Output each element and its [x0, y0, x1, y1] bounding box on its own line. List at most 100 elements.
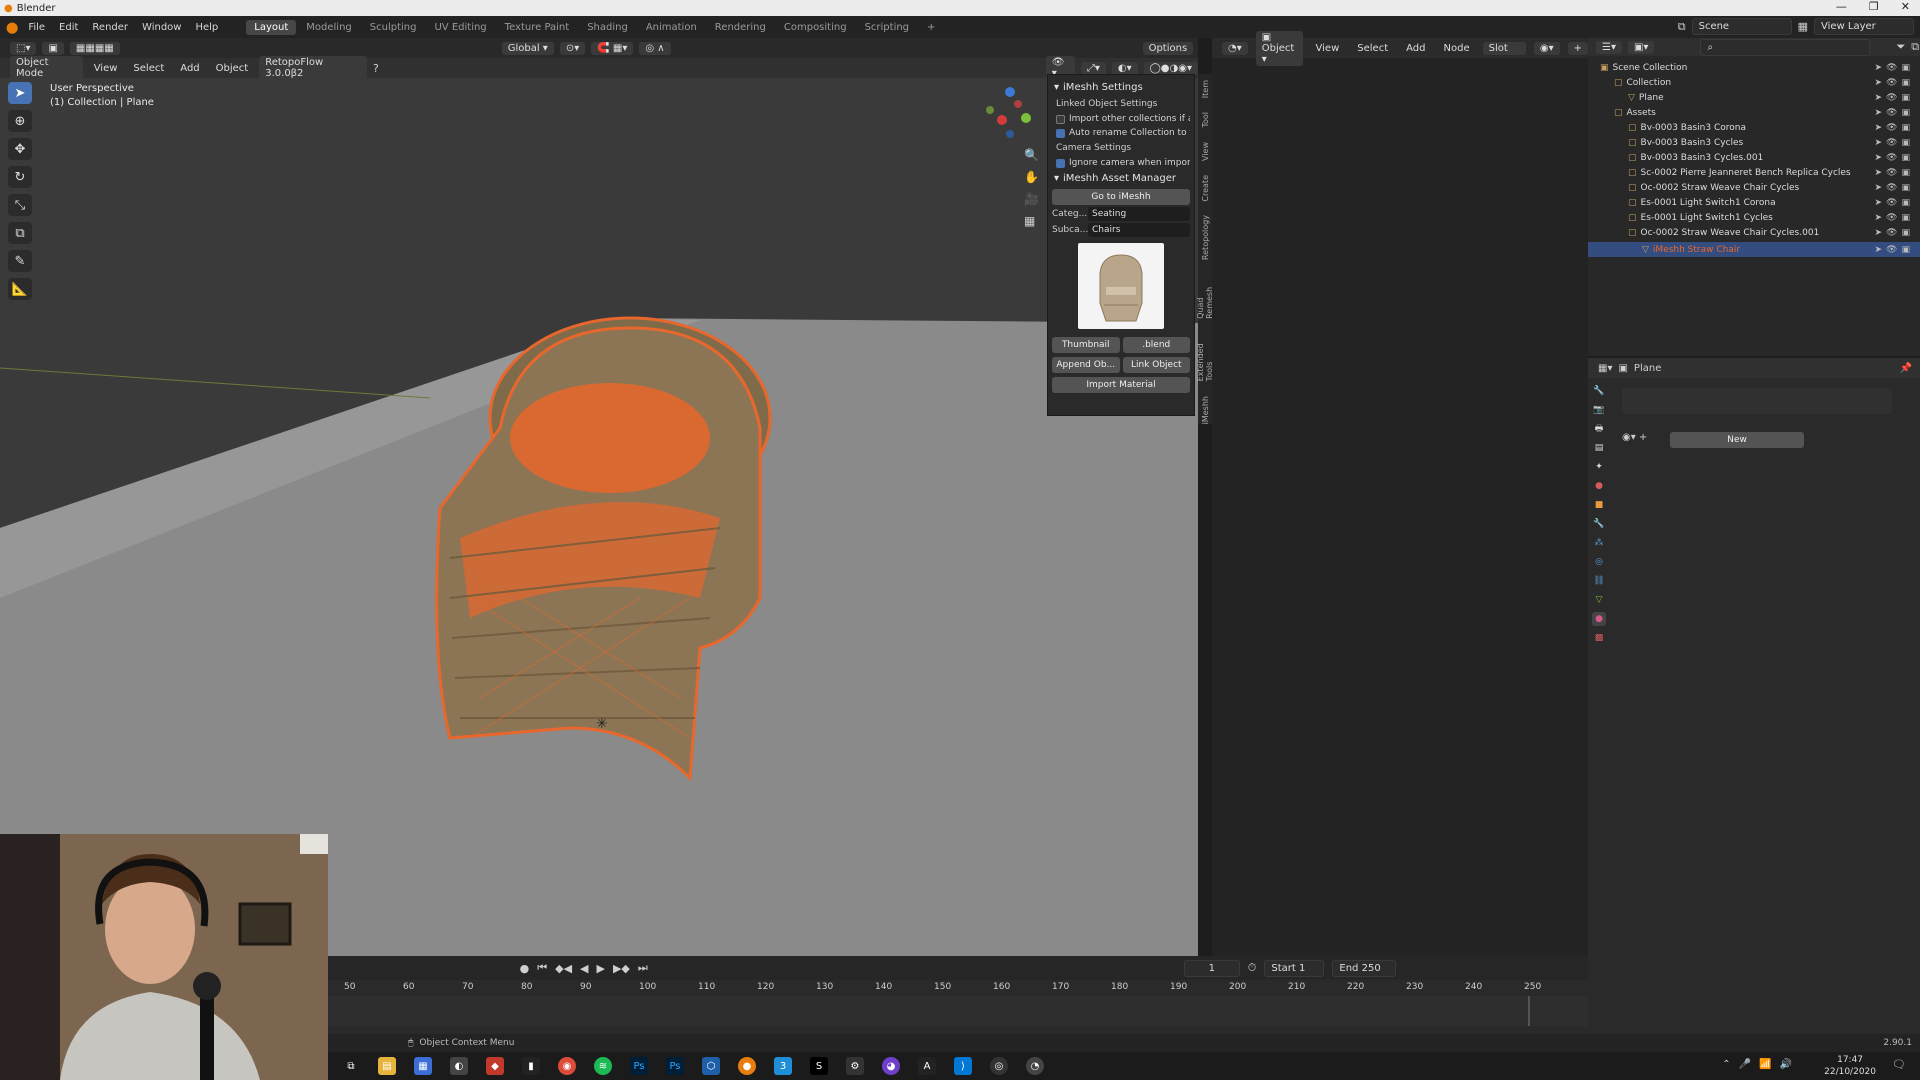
outliner-item[interactable]: ▢ Es-0001 Light Switch1 Corona ➤👁▣	[1588, 195, 1920, 210]
tool-tab-icon[interactable]: 🔧	[1592, 384, 1606, 398]
slot-dropdown[interactable]: Slot	[1482, 41, 1526, 55]
outliner-item[interactable]: ▢ Bv-0003 Basin3 Corona ➤👁▣	[1588, 120, 1920, 135]
outliner-item[interactable]: ▽ Plane ➤👁▣	[1588, 90, 1920, 105]
record-icon[interactable]: ●	[520, 962, 530, 975]
notification-icon[interactable]: 🗨	[1892, 1058, 1906, 1071]
visibility-toggle-icon[interactable]: ➤👁▣	[1875, 153, 1914, 163]
outliner-item[interactable]: ▢ Bv-0003 Basin3 Cycles ➤👁▣	[1588, 135, 1920, 150]
outliner-item[interactable]: ▢ Es-0001 Light Switch1 Cycles ➤👁▣	[1588, 210, 1920, 225]
end-frame-field[interactable]: End 250	[1332, 959, 1397, 977]
tab-shading[interactable]: Shading	[579, 20, 636, 35]
play-reverse-icon[interactable]: ◀	[580, 962, 588, 975]
minimize-button[interactable]: —	[1836, 0, 1847, 13]
append-object-button[interactable]: Append Ob...	[1052, 357, 1120, 373]
tab-scripting[interactable]: Scripting	[857, 20, 917, 35]
outliner-search-input[interactable]: ⌕	[1700, 38, 1871, 56]
menu-help[interactable]: Help	[189, 20, 224, 35]
obs-icon[interactable]: ◎	[990, 1057, 1008, 1075]
maximize-button[interactable]: ❐	[1869, 0, 1879, 13]
retopoflow-menu[interactable]: RetopoFlow 3.0.0β2	[259, 56, 367, 80]
app-icon-1[interactable]: ◐	[450, 1057, 468, 1075]
outliner-item[interactable]: ▽ iMeshh Straw Chair ➤👁▣	[1588, 242, 1920, 257]
object-tab-icon[interactable]: ■	[1592, 498, 1606, 512]
filter-icon[interactable]: ⏷	[1896, 40, 1905, 54]
editor-type-button[interactable]: ⬚▾	[10, 41, 37, 55]
photoshop-alt-icon[interactable]: Ps	[666, 1057, 684, 1075]
outliner-item[interactable]: ▢ Bv-0003 Basin3 Cycles.001 ➤👁▣	[1588, 150, 1920, 165]
proportional-edit-icon[interactable]: ◎ ∧	[639, 41, 671, 55]
outliner-item[interactable]: ▢ Oc-0002 Straw Weave Chair Cycles ➤👁▣	[1588, 180, 1920, 195]
outliner-item[interactable]: ▢ Oc-0002 Straw Weave Chair Cycles.001 ➤👁▣	[1588, 225, 1920, 240]
sidebar-tab-create[interactable]: Create	[1201, 175, 1210, 202]
scene-field[interactable]: Scene	[1691, 18, 1792, 35]
view-layer-field[interactable]: View Layer	[1814, 18, 1914, 35]
particles-tab-icon[interactable]: ⁂	[1592, 536, 1606, 550]
options-dropdown[interactable]: Options	[1142, 41, 1194, 55]
timeline-tracks[interactable]	[328, 996, 1588, 1026]
chrome-icon[interactable]: ◉	[558, 1057, 576, 1075]
visibility-toggle-icon[interactable]: ➤👁▣	[1875, 93, 1914, 103]
file-explorer-icon[interactable]: ▤	[378, 1057, 396, 1075]
jump-start-icon[interactable]: ⏮	[537, 961, 547, 975]
snap-icon[interactable]: 🧲 ▦▾	[591, 41, 634, 55]
select-mode-button[interactable]: ▣	[42, 41, 64, 55]
new-material-button[interactable]: New	[1670, 432, 1804, 448]
render-tab-icon[interactable]: 📷	[1592, 403, 1606, 417]
output-tab-icon[interactable]: 🖶	[1592, 422, 1606, 436]
blender-taskbar-icon[interactable]: ●	[738, 1057, 756, 1075]
visibility-toggle-icon[interactable]: ➤👁▣	[1875, 63, 1914, 73]
import-material-button[interactable]: Import Material	[1052, 377, 1190, 393]
material-browse-button[interactable]: ◉▾ +	[1622, 432, 1647, 443]
gizmo-icon[interactable]: ⤢▾	[1080, 61, 1106, 75]
object-mode-dropdown[interactable]: Object Mode	[10, 56, 83, 80]
app-icon-5[interactable]: ⚙	[846, 1057, 864, 1075]
imeshh-settings-header[interactable]: ▾ iMeshh Settings	[1052, 79, 1190, 96]
shader-menu-select[interactable]: Select	[1352, 42, 1393, 55]
tab-animation[interactable]: Animation	[638, 20, 705, 35]
sidebar-tab-view[interactable]: View	[1201, 142, 1210, 161]
visibility-toggle-icon[interactable]: ➤👁▣	[1875, 78, 1914, 88]
shading-modes-icon[interactable]: ◯●◑◉▾	[1143, 61, 1198, 75]
close-button[interactable]: ✕	[1901, 0, 1910, 13]
material-browse-icon[interactable]: ◉▾	[1533, 41, 1560, 55]
menu-add[interactable]: Add	[175, 62, 204, 75]
outliner-item[interactable]: ▢ Sc-0002 Pierre Jeanneret Bench Replica …	[1588, 165, 1920, 180]
task-view-icon[interactable]: ⧉	[342, 1057, 360, 1075]
system-clock[interactable]: 17:47 22/10/2020	[1824, 1054, 1876, 1078]
visibility-toggle-icon[interactable]: ➤👁▣	[1875, 245, 1914, 255]
shader-menu-add[interactable]: Add	[1401, 42, 1430, 55]
view-layer-tab-icon[interactable]: ▤	[1592, 441, 1606, 455]
spotify-icon[interactable]: ≋	[594, 1057, 612, 1075]
overlay-icon[interactable]: ◐▾	[1111, 61, 1138, 75]
menu-window[interactable]: Window	[136, 20, 187, 35]
visibility-toggle-icon[interactable]: ➤👁▣	[1875, 198, 1914, 208]
new-collection-icon[interactable]: ⧉	[1911, 40, 1919, 54]
tab-rendering[interactable]: Rendering	[707, 20, 774, 35]
imeshh-asset-manager-header[interactable]: ▾ iMeshh Asset Manager	[1052, 170, 1190, 187]
current-frame-field[interactable]: 1	[1183, 959, 1240, 977]
menu-edit[interactable]: Edit	[53, 20, 84, 35]
menu-render[interactable]: Render	[86, 20, 134, 35]
visibility-toggle-icon[interactable]: ➤👁▣	[1875, 213, 1914, 223]
subcategory-dropdown[interactable]: Chairs	[1088, 223, 1190, 237]
material-slot-list[interactable]	[1622, 388, 1892, 414]
cursor-tool-icon[interactable]: ⊕	[8, 110, 32, 132]
visibility-toggle-icon[interactable]: ➤👁▣	[1875, 183, 1914, 193]
menu-file[interactable]: File	[22, 20, 51, 35]
annotate-tool-icon[interactable]: ✎	[8, 250, 32, 272]
vscode-icon[interactable]: ⟩	[954, 1057, 972, 1075]
outliner-item[interactable]: ▢ Collection ➤👁▣	[1588, 75, 1920, 90]
ignore-camera-checkbox[interactable]: Ignore camera when importing	[1052, 156, 1190, 170]
scene-tab-icon[interactable]: ✦	[1592, 460, 1606, 474]
visibility-toggle-icon[interactable]: ➤👁▣	[1875, 123, 1914, 133]
sidebar-tab-retopology[interactable]: Retopology	[1201, 215, 1210, 260]
calculator-icon[interactable]: ▦	[414, 1057, 432, 1075]
pivot-icon[interactable]: ⊙▾	[559, 41, 586, 55]
visibility-toggle-icon[interactable]: ➤👁▣	[1875, 168, 1914, 178]
properties-editor-type-icon[interactable]: ▦▾	[1598, 363, 1612, 374]
shader-menu-node[interactable]: Node	[1439, 42, 1475, 55]
properties-editor[interactable]	[1588, 358, 1920, 1056]
measure-tool-icon[interactable]: 📐	[8, 278, 32, 300]
category-dropdown[interactable]: Seating	[1088, 207, 1190, 221]
stopwatch-icon[interactable]: ⏱	[1248, 961, 1257, 975]
